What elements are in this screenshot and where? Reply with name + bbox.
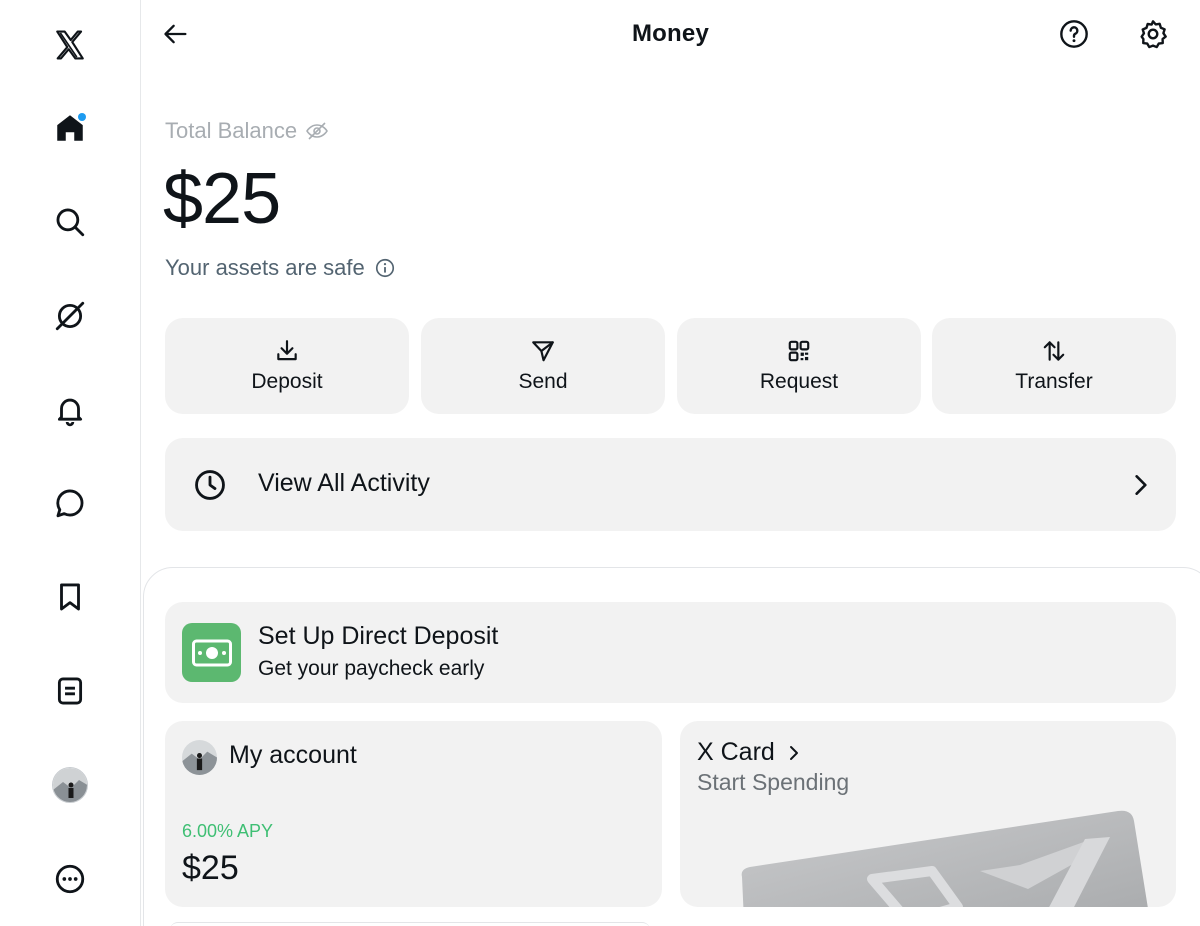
- deposit-button[interactable]: Deposit: [165, 318, 409, 414]
- download-icon: [277, 340, 297, 361]
- sidebar-nav: [0, 0, 141, 926]
- total-balance-text: Total Balance: [165, 118, 298, 143]
- settings-button[interactable]: [1135, 16, 1171, 52]
- assets-safe-text: Your assets are safe: [165, 255, 365, 280]
- request-button[interactable]: Request: [677, 318, 921, 414]
- transfer-label: Transfer: [1015, 370, 1093, 393]
- send-icon: [532, 341, 554, 362]
- assets-safe-note: Your assets are safe: [165, 255, 396, 281]
- x-card-subtitle: Start Spending: [697, 769, 850, 795]
- back-button[interactable]: [159, 17, 193, 51]
- request-label: Request: [759, 370, 839, 393]
- list-icon[interactable]: [50, 671, 90, 711]
- page-header: Money: [141, 0, 1200, 70]
- account-apy: 6.00% APY: [182, 821, 274, 841]
- account-balance: $25: [182, 849, 239, 887]
- profile-avatar[interactable]: [50, 765, 90, 805]
- notification-dot: [78, 113, 86, 121]
- x-card-title-text: X Card: [697, 738, 775, 766]
- home-icon[interactable]: [50, 108, 90, 148]
- deposit-label: Deposit: [251, 370, 323, 393]
- bookmark-icon[interactable]: [50, 577, 90, 617]
- x-card-title: X Card: [697, 738, 803, 767]
- more-icon[interactable]: [50, 859, 90, 899]
- cash-icon: [182, 623, 241, 682]
- grok-icon[interactable]: [50, 296, 90, 336]
- help-circle-icon: [1060, 20, 1088, 48]
- view-all-activity-label: View All Activity: [258, 469, 430, 497]
- send-label: Send: [518, 370, 568, 393]
- bell-icon[interactable]: [50, 390, 90, 430]
- total-balance-label: Total Balance: [165, 118, 329, 144]
- clock-icon: [195, 470, 225, 500]
- help-button[interactable]: [1056, 16, 1092, 52]
- transfer-button[interactable]: Transfer: [932, 318, 1176, 414]
- account-avatar: [182, 740, 217, 775]
- direct-deposit-subtitle: Get your paycheck early: [258, 657, 485, 680]
- view-all-activity-row[interactable]: View All Activity: [165, 438, 1176, 531]
- my-account-card[interactable]: My account 6.00% APY $25: [165, 721, 662, 907]
- gear-icon: [1140, 20, 1167, 49]
- chevron-right-icon: [1135, 475, 1147, 495]
- transfer-arrows-icon: [1043, 341, 1065, 361]
- my-account-title: My account: [229, 741, 357, 769]
- search-icon[interactable]: [50, 202, 90, 242]
- balance-amount: $25: [163, 159, 281, 239]
- message-icon[interactable]: [50, 483, 90, 523]
- send-button[interactable]: Send: [421, 318, 665, 414]
- direct-deposit-card[interactable]: Set Up Direct Deposit Get your paycheck …: [165, 602, 1176, 703]
- page-title: Money: [631, 20, 709, 47]
- eye-off-icon[interactable]: [305, 119, 329, 143]
- direct-deposit-title: Set Up Direct Deposit: [258, 622, 499, 650]
- arrow-left-icon: [164, 24, 187, 44]
- chevron-right-icon: [789, 745, 798, 760]
- qr-code-icon: [788, 340, 810, 362]
- x-logo-icon[interactable]: [50, 25, 90, 65]
- x-card-tile[interactable]: X Card Start Spending: [680, 721, 1176, 907]
- info-icon[interactable]: [374, 257, 396, 279]
- next-card-peek: [170, 922, 650, 926]
